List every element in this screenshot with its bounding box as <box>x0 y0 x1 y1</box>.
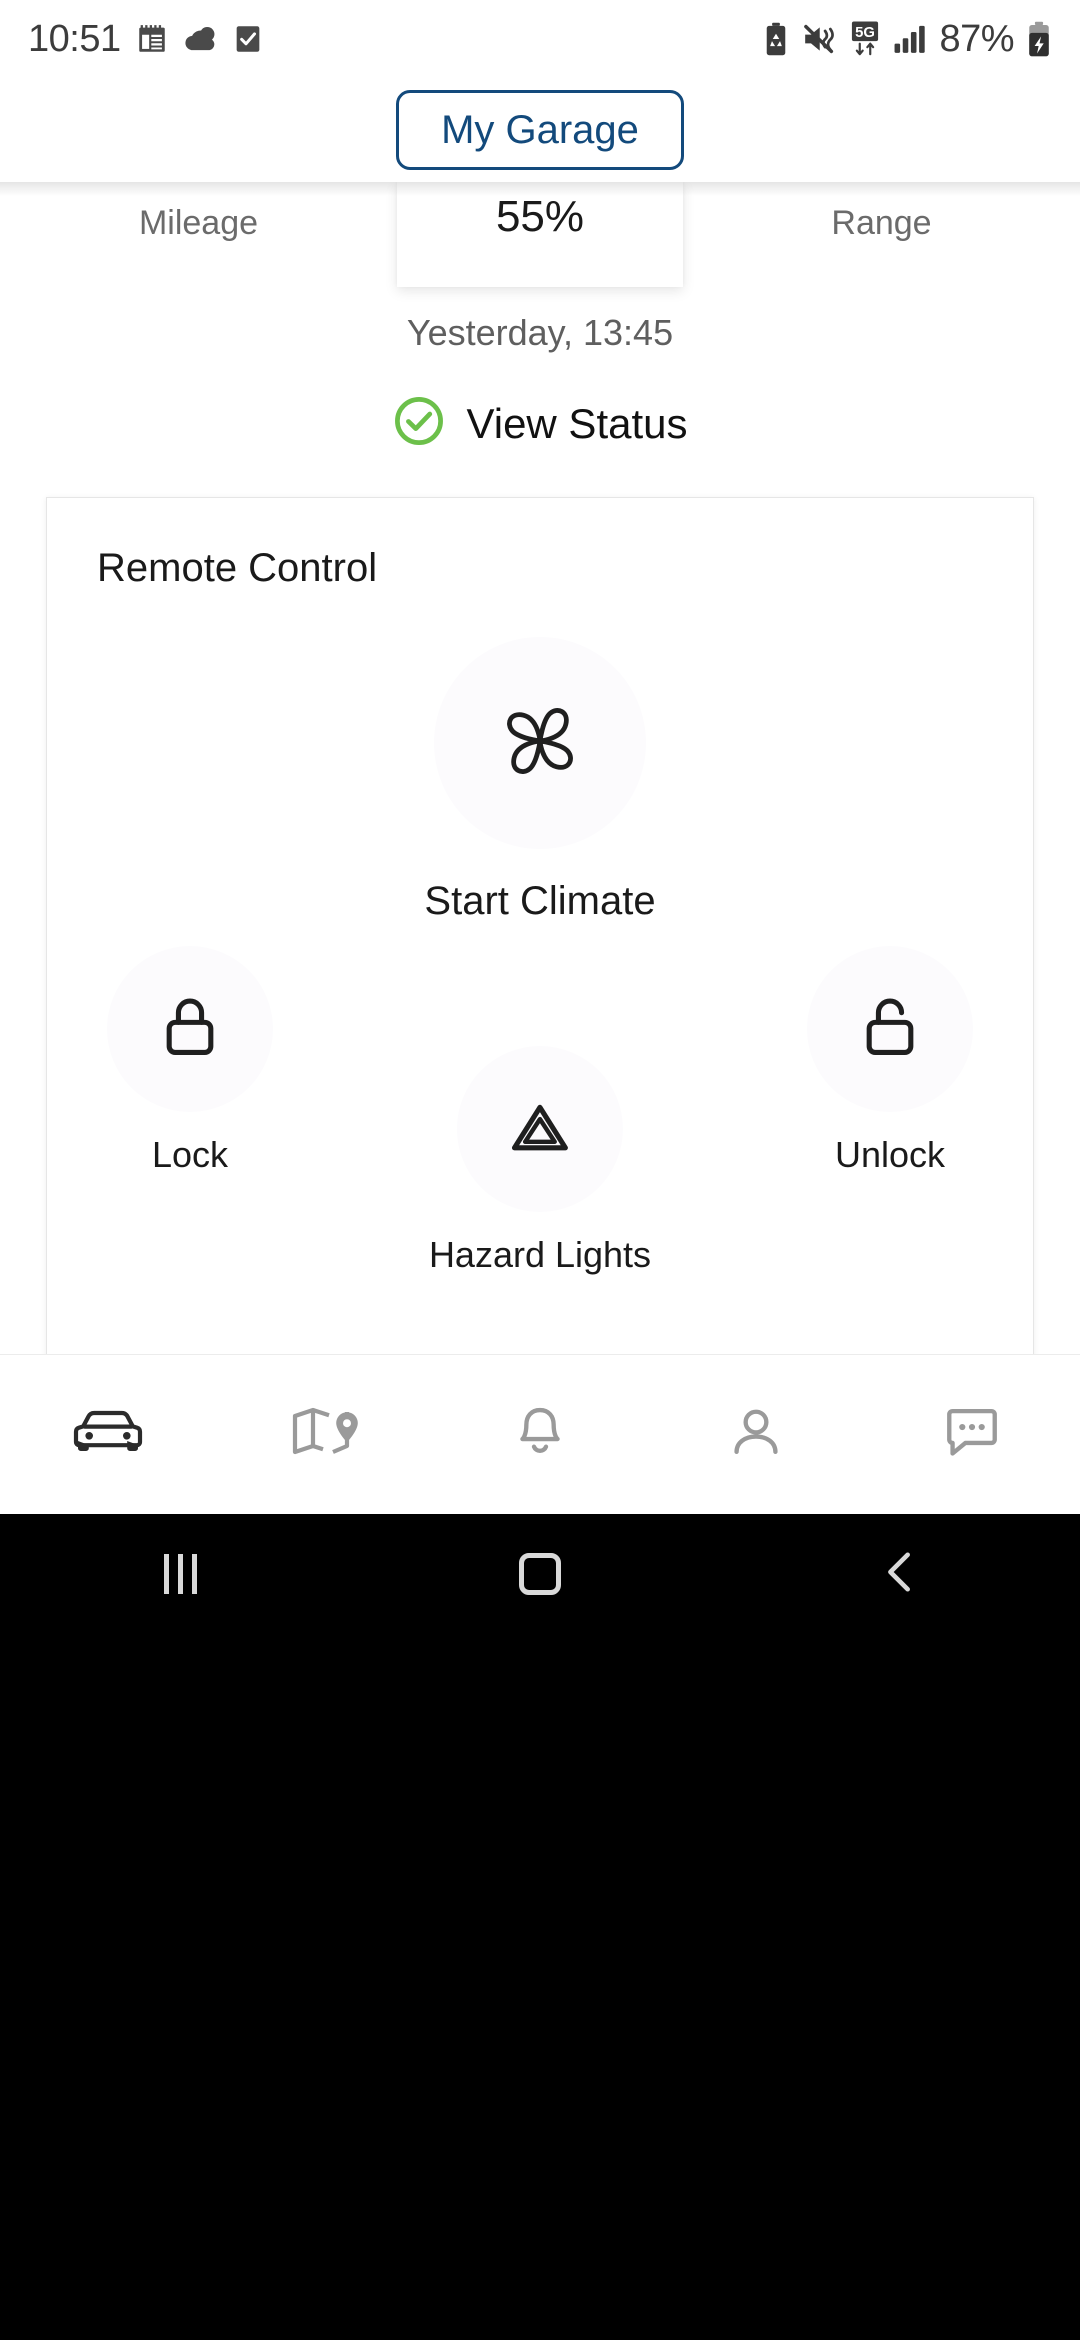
back-icon <box>880 1549 920 1600</box>
home-button[interactable] <box>360 1553 720 1595</box>
status-bar: 10:51 5G 87% <box>0 0 1080 78</box>
battery-level-value: 55% <box>495 192 585 241</box>
weather-cloud-icon <box>183 22 219 56</box>
lock-button[interactable]: Lock <box>107 946 273 1176</box>
status-bar-right: 5G 87% <box>763 18 1052 61</box>
home-icon <box>519 1553 561 1595</box>
lock-label: Lock <box>151 1134 229 1175</box>
nav-item-profile[interactable] <box>648 1401 864 1468</box>
unlock-circle[interactable] <box>807 946 973 1112</box>
start-climate-label: Start Climate <box>424 879 656 923</box>
my-garage-button[interactable]: My Garage <box>396 90 684 170</box>
svg-text:5G: 5G <box>856 25 876 41</box>
back-button[interactable] <box>720 1549 1080 1600</box>
android-nav-inner <box>0 1514 1080 1634</box>
nav-item-messages[interactable] <box>864 1403 1080 1466</box>
recents-button[interactable] <box>0 1554 360 1594</box>
checkbox-task-icon <box>233 22 263 56</box>
view-status-label: View Status <box>466 399 688 447</box>
vehicle-stats-row: Mileage 55% Range <box>0 182 1080 287</box>
status-check-icon <box>392 394 446 453</box>
battery-saver-icon <box>763 22 789 56</box>
status-bar-left: 10:51 <box>28 18 263 61</box>
hazard-lights-label: Hazard Lights <box>428 1234 652 1275</box>
remote-control-card: Remote Control Start Climate Lock Unlock… <box>46 497 1034 1354</box>
recents-icon <box>163 1554 197 1594</box>
status-bar-clock: 10:51 <box>28 17 121 60</box>
car-icon <box>70 1403 146 1466</box>
stat-mileage[interactable]: Mileage <box>0 182 397 243</box>
signal-bars-icon <box>893 23 927 55</box>
view-status-row[interactable]: View Status <box>0 394 1080 453</box>
hazard-triangle-icon <box>503 1090 577 1169</box>
lock-circle[interactable] <box>107 946 273 1112</box>
bottom-navigation-bar <box>0 1354 1080 1514</box>
main-scroll-area[interactable]: Mileage 55% Range Yesterday, 13:45 View … <box>0 182 1080 1354</box>
unlock-label: Unlock <box>834 1134 946 1175</box>
battery-charging-icon <box>1026 21 1052 57</box>
nav-item-notifications[interactable] <box>432 1401 648 1468</box>
5g-network-icon: 5G <box>849 20 881 58</box>
remote-actions-row: Lock Unlock Hazard Lights <box>47 946 1033 1276</box>
start-climate-button[interactable]: Start Climate <box>47 637 1033 924</box>
remote-control-title: Remote Control <box>97 546 378 590</box>
android-system-nav <box>0 1514 1080 2340</box>
nav-item-map[interactable] <box>216 1402 432 1467</box>
advanced-controls-row[interactable]: Advanced controls <box>47 1336 1033 1354</box>
vibrate-mute-icon <box>801 23 837 55</box>
stat-battery-card[interactable]: 55% <box>397 182 683 287</box>
chat-bubble-icon <box>941 1403 1003 1466</box>
unlock-button[interactable]: Unlock <box>807 946 973 1176</box>
hazard-circle[interactable] <box>457 1046 623 1212</box>
nav-item-vehicle[interactable] <box>0 1403 216 1466</box>
hazard-lights-button[interactable]: Hazard Lights <box>429 1046 651 1276</box>
start-climate-circle[interactable] <box>434 637 646 849</box>
lock-open-icon <box>853 990 927 1069</box>
last-updated-timestamp: Yesterday, 13:45 <box>406 312 674 353</box>
fan-pinwheel-icon <box>481 682 599 805</box>
app-header: My Garage <box>0 78 1080 182</box>
person-icon <box>725 1401 787 1468</box>
calendar-icon <box>135 22 169 56</box>
stat-range[interactable]: Range <box>683 182 1080 243</box>
battery-percent-label: 87% <box>939 17 1014 60</box>
bell-icon <box>509 1401 571 1468</box>
lock-closed-icon <box>153 990 227 1069</box>
map-pin-icon <box>289 1402 359 1467</box>
